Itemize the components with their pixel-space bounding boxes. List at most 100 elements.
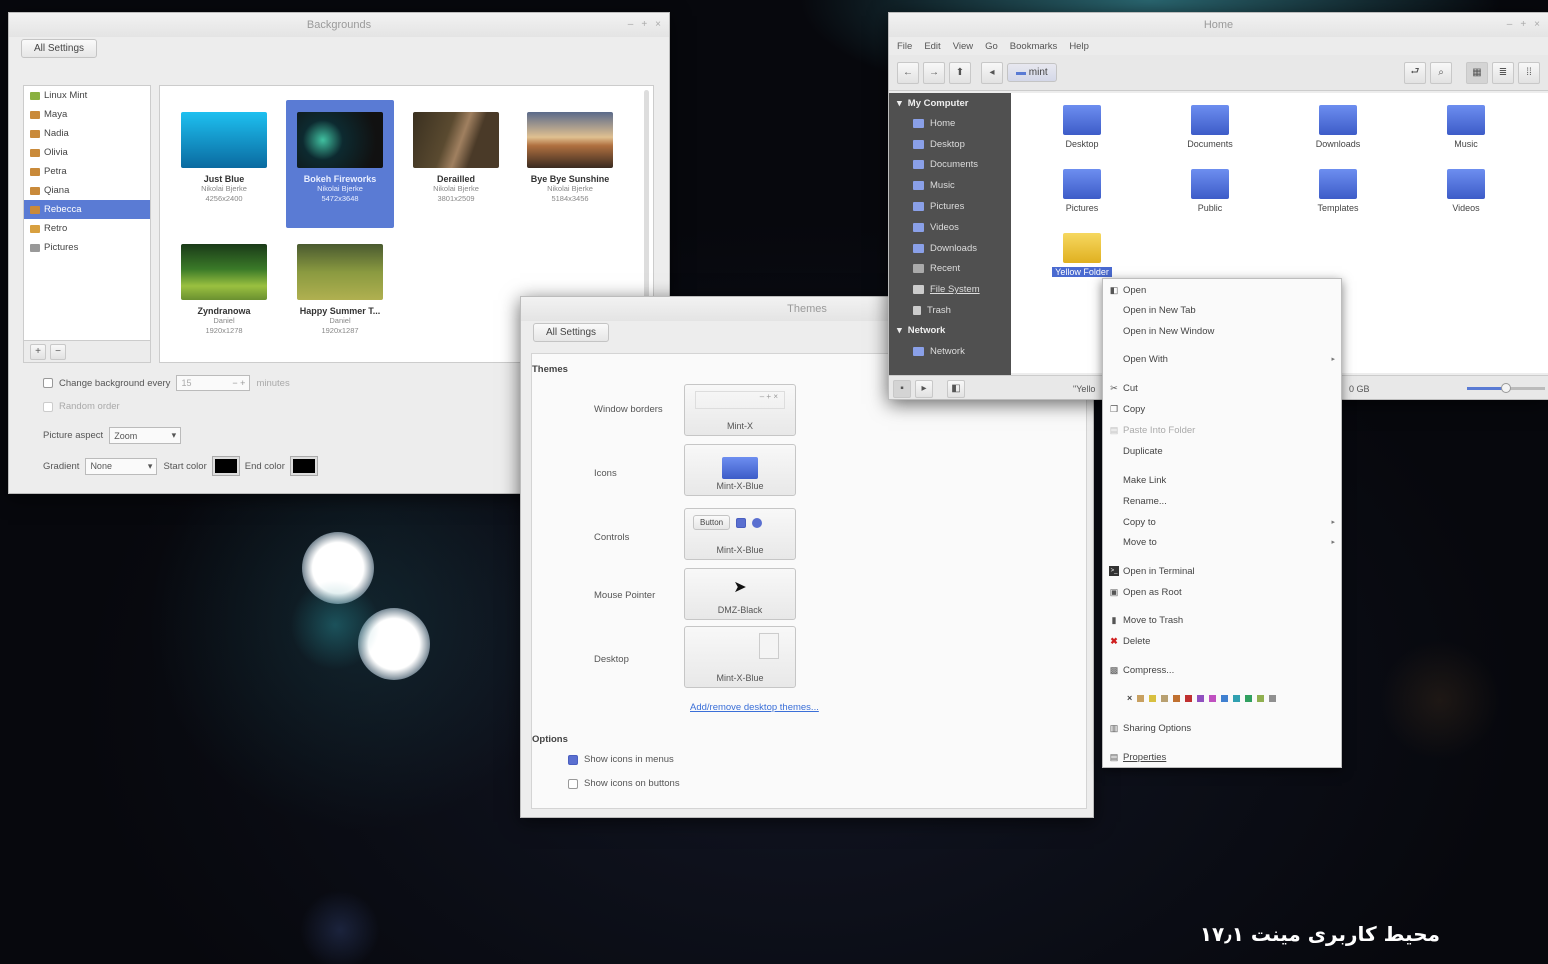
folder-color-swatch[interactable] <box>1221 694 1229 702</box>
all-settings-button[interactable]: All Settings <box>533 323 610 342</box>
sidebar-item-maya[interactable]: Maya <box>24 105 150 124</box>
folder-color-swatch[interactable] <box>1269 694 1277 702</box>
folder-color-swatch[interactable] <box>1185 694 1193 702</box>
menu-item-open-terminal[interactable]: >_ Open in Terminal <box>1103 562 1341 580</box>
mouse-pointer-chooser[interactable]: ➤ DMZ-Black <box>684 568 796 620</box>
place-downloads[interactable]: Downloads <box>889 238 1011 259</box>
sidebar-item-linux-mint[interactable]: Linux Mint <box>24 86 150 105</box>
maximize-icon[interactable]: + <box>641 19 647 30</box>
back-icon[interactable]: ← <box>897 61 919 84</box>
folder-item[interactable]: Public <box>1165 169 1255 213</box>
change-background-checkbox[interactable] <box>43 378 53 388</box>
menu-item-paste-into-folder[interactable]: ▤ Paste Into Folder <box>1103 421 1341 439</box>
place-desktop[interactable]: Desktop <box>889 134 1011 155</box>
end-color-button[interactable] <box>289 456 318 476</box>
icon-view-icon[interactable]: ▦ <box>1466 61 1488 84</box>
menu-item-copy-to[interactable]: Copy to ▸ <box>1103 513 1341 531</box>
list-view-icon[interactable]: ≣ <box>1492 61 1514 84</box>
backgrounds-titlebar[interactable]: Backgrounds – + × <box>9 13 669 37</box>
open-terminal-icon[interactable]: ⮐ <box>1404 61 1426 84</box>
folder-item[interactable]: Music <box>1421 105 1511 149</box>
sidebar-item-olivia[interactable]: Olivia <box>24 143 150 162</box>
menu-edit[interactable]: Edit <box>924 41 940 52</box>
file-manager-titlebar[interactable]: Home – + × <box>889 13 1548 37</box>
sidebar-item-petra[interactable]: Petra <box>24 162 150 181</box>
menu-item-rename[interactable]: Rename... <box>1103 492 1341 510</box>
place-videos[interactable]: Videos <box>889 217 1011 238</box>
wallpaper-tile[interactable]: Derailled Nikolai Bjerke 3801x2509 <box>402 100 510 228</box>
wallpaper-tile[interactable]: Just Blue Nikolai Bjerke 4256x2400 <box>170 100 278 228</box>
add-icon[interactable]: + <box>30 343 46 360</box>
folder-color-swatch[interactable] <box>1161 694 1169 702</box>
menu-item-duplicate[interactable]: Duplicate <box>1103 442 1341 460</box>
menu-item-move-to[interactable]: Move to ▸ <box>1103 533 1341 551</box>
maximize-icon[interactable]: + <box>1520 19 1526 30</box>
folder-color-swatch[interactable] <box>1149 694 1157 702</box>
icons-chooser[interactable]: Mint-X-Blue <box>684 444 796 496</box>
picture-aspect-select[interactable]: Zoom ▾ <box>109 427 182 444</box>
folder-item[interactable]: Pictures <box>1037 169 1127 213</box>
toggle-location-icon[interactable]: ◂ <box>981 61 1003 84</box>
menu-item-open-new-window[interactable]: Open in New Window <box>1103 322 1341 340</box>
all-settings-button[interactable]: All Settings <box>21 39 98 58</box>
reset-color-icon[interactable]: × <box>1127 693 1132 703</box>
sidebar-item-qiana[interactable]: Qiana <box>24 181 150 200</box>
random-order-checkbox[interactable] <box>43 401 53 412</box>
show-icons-menus-checkbox[interactable] <box>568 754 578 765</box>
folder-color-swatch[interactable] <box>1197 694 1205 702</box>
sidebar-item-rebecca[interactable]: Rebecca <box>24 200 150 219</box>
wallpaper-tile[interactable]: Bye Bye Sunshine Nikolai Bjerke 5184x345… <box>516 100 624 228</box>
start-color-button[interactable] <box>211 456 240 476</box>
menu-item-make-link[interactable]: Make Link <box>1103 471 1341 489</box>
place-recent[interactable]: Recent <box>889 259 1011 280</box>
network-header[interactable]: ▾ Network <box>889 321 1011 341</box>
places-header[interactable]: ▾ My Computer <box>889 93 1011 113</box>
folder-item[interactable]: Documents <box>1165 105 1255 149</box>
place-documents[interactable]: Documents <box>889 155 1011 176</box>
menu-item-sharing-options[interactable]: ▥ Sharing Options <box>1103 719 1341 737</box>
zoom-slider-handle[interactable] <box>1501 383 1511 393</box>
sidebar-item-retro[interactable]: Retro <box>24 219 150 238</box>
place-pictures[interactable]: Pictures <box>889 196 1011 217</box>
folder-color-swatch[interactable] <box>1137 694 1145 702</box>
zoom-slider[interactable] <box>1467 383 1545 393</box>
menu-item-open-new-tab[interactable]: Open in New Tab <box>1103 301 1341 319</box>
show-places-icon[interactable]: ▪ <box>893 379 911 398</box>
window-borders-chooser[interactable]: – + × Mint-X <box>684 384 796 436</box>
menu-item-open-as-root[interactable]: ▣ Open as Root <box>1103 583 1341 601</box>
show-tree-icon[interactable]: ▸ <box>915 379 933 398</box>
compact-view-icon[interactable]: ⁞⁞ <box>1518 61 1540 84</box>
sidebar-item-nadia[interactable]: Nadia <box>24 124 150 143</box>
folder-item-selected[interactable]: Yellow Folder <box>1037 233 1127 277</box>
search-icon[interactable]: ⌕ <box>1430 61 1452 84</box>
menu-bookmarks[interactable]: Bookmarks <box>1010 41 1058 52</box>
place-music[interactable]: Music <box>889 175 1011 196</box>
folder-color-swatch[interactable] <box>1173 694 1181 702</box>
path-button-home[interactable]: ▬ mint <box>1007 63 1057 82</box>
wallpaper-tile-selected[interactable]: Bokeh Fireworks Nikolai Bjerke 5472x3648 <box>286 100 394 228</box>
add-remove-themes-link[interactable]: Add/remove desktop themes... <box>690 702 819 713</box>
forward-icon[interactable]: → <box>923 61 945 84</box>
sidebar-item-pictures[interactable]: Pictures <box>24 238 150 257</box>
gradient-select[interactable]: None ▾ <box>85 457 158 475</box>
folder-color-swatch[interactable] <box>1245 694 1253 702</box>
folder-color-swatch[interactable] <box>1257 694 1265 702</box>
menu-item-delete[interactable]: ✖ Delete <box>1103 632 1341 650</box>
place-trash[interactable]: Trash <box>889 300 1011 321</box>
controls-chooser[interactable]: Button Mint-X-Blue <box>684 508 796 560</box>
menu-file[interactable]: File <box>897 41 912 52</box>
menu-go[interactable]: Go <box>985 41 998 52</box>
folder-item[interactable]: Templates <box>1293 169 1383 213</box>
menu-help[interactable]: Help <box>1069 41 1089 52</box>
minimize-icon[interactable]: – <box>1507 19 1513 30</box>
menu-item-properties[interactable]: ▤ Properties <box>1103 748 1341 766</box>
up-icon[interactable]: ⬆ <box>949 61 971 84</box>
folder-item[interactable]: Videos <box>1421 169 1511 213</box>
folder-item[interactable]: Downloads <box>1293 105 1383 149</box>
folder-color-swatch[interactable] <box>1209 694 1217 702</box>
menu-item-move-to-trash[interactable]: ▮ Move to Trash <box>1103 611 1341 629</box>
menu-item-open-with[interactable]: Open With ▸ <box>1103 350 1341 368</box>
interval-spinner[interactable]: 15− + <box>176 375 251 391</box>
menu-item-copy[interactable]: ❐ Copy <box>1103 400 1341 418</box>
hide-sidebar-icon[interactable]: ◧ <box>947 379 965 398</box>
